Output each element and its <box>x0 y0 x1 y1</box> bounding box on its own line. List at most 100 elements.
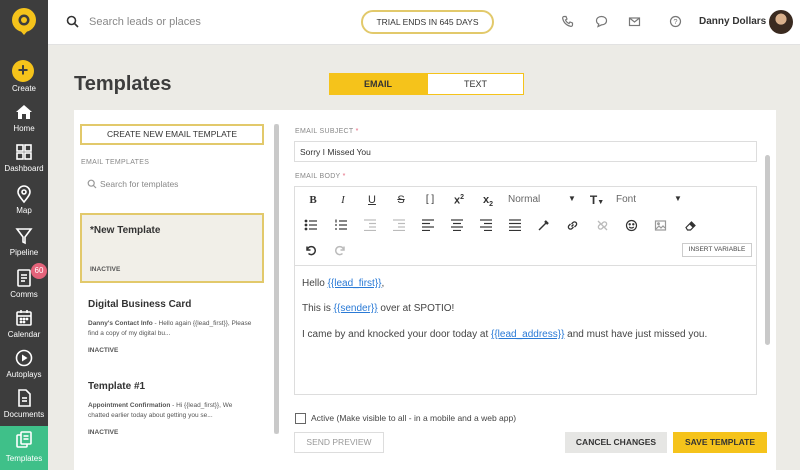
plus-circle-icon: + <box>12 60 34 82</box>
trial-status-button[interactable]: TRIAL ENDS IN 645 DAYS <box>361 10 494 34</box>
global-search-input[interactable]: Search leads or places <box>89 16 201 28</box>
sidebar-item-autoplays[interactable]: Autoplays <box>0 346 48 386</box>
indent-icon[interactable] <box>392 219 410 231</box>
link-icon[interactable] <box>566 219 584 232</box>
send-preview-button[interactable]: SEND PREVIEW <box>294 432 384 453</box>
eraser-icon[interactable] <box>684 219 702 232</box>
sidebar-item-label: Comms <box>10 290 38 299</box>
chevron-down-icon: ▼ <box>568 194 576 203</box>
template-list-item[interactable]: Template #1 Appointment Confirmation - H… <box>80 374 264 444</box>
play-circle-icon <box>14 348 34 368</box>
body-text: , <box>381 278 385 289</box>
sidebar-item-label: Home <box>13 124 35 133</box>
required-mark: * <box>355 128 359 135</box>
sidebar-item-label: Templates <box>5 454 43 463</box>
sidebar-item-label: Documents <box>3 410 45 419</box>
email-templates-section-label: EMAIL TEMPLATES <box>81 159 150 166</box>
required-mark: * <box>342 173 346 180</box>
text-size-button[interactable]: T▼ <box>585 193 609 207</box>
documents-icon <box>14 388 34 408</box>
sidebar-item-home[interactable]: Home <box>0 100 48 140</box>
template-description: Appointment Confirmation - Hi {{lead_fir… <box>88 401 254 421</box>
image-icon[interactable] <box>654 219 672 232</box>
sidebar-item-templates[interactable]: Templates <box>0 426 48 470</box>
spotio-logo-icon[interactable] <box>9 6 39 36</box>
body-text: over at SPOTIO! <box>377 303 455 314</box>
font-select[interactable]: Font ▼ <box>616 194 686 205</box>
home-icon <box>14 102 34 122</box>
active-checkbox[interactable] <box>295 413 306 424</box>
outdent-icon[interactable] <box>363 219 381 231</box>
strikethrough-button[interactable]: S <box>392 194 410 206</box>
template-list-item[interactable]: Digital Business Card Danny's Contact In… <box>80 292 264 362</box>
mail-icon[interactable] <box>628 15 641 28</box>
align-left-icon[interactable] <box>421 219 439 231</box>
help-icon[interactable]: ? <box>669 15 682 28</box>
email-subject-label-text: EMAIL SUBJECT <box>295 128 354 135</box>
template-list-item[interactable]: *New Template INACTIVE <box>80 213 264 283</box>
sidebar-item-documents[interactable]: Documents <box>0 386 48 426</box>
sidebar: + Create Home Dashboard Map Pipeline Com… <box>0 0 48 470</box>
align-justify-icon[interactable] <box>508 219 526 231</box>
tab-text[interactable]: TEXT <box>427 73 524 95</box>
sidebar-item-label: Calendar <box>7 330 41 339</box>
cancel-changes-button[interactable]: CANCEL CHANGES <box>565 432 667 453</box>
variable-token[interactable]: {{sender}} <box>334 303 378 314</box>
font-select-value: Font <box>616 194 637 205</box>
tab-email[interactable]: EMAIL <box>329 73 427 95</box>
template-status: INACTIVE <box>90 266 121 273</box>
email-subject-value: Sorry I Missed You <box>300 147 371 157</box>
emoji-icon[interactable] <box>625 219 643 232</box>
avatar[interactable] <box>769 10 793 34</box>
underline-button[interactable]: U <box>363 194 381 206</box>
redo-icon[interactable] <box>334 243 352 256</box>
map-pin-icon <box>14 184 34 204</box>
template-status: INACTIVE <box>88 429 119 436</box>
insert-variable-button[interactable]: INSERT VARIABLE <box>682 243 752 257</box>
template-search-input[interactable]: Search for templates <box>100 179 178 189</box>
unlink-icon[interactable] <box>596 219 614 232</box>
paragraph-style-select[interactable]: Normal ▼ <box>508 194 578 205</box>
template-list-scrollbar[interactable] <box>274 124 279 434</box>
search-icon <box>66 15 79 28</box>
subscript-button[interactable]: x2 <box>479 194 497 208</box>
body-line: This is {{sender}} over at SPOTIO! <box>302 303 454 314</box>
active-checkbox-label: Active (Make visible to all - in a mobil… <box>311 413 517 423</box>
bullet-list-icon[interactable] <box>304 219 322 231</box>
bold-button[interactable]: B <box>304 194 322 206</box>
sidebar-item-map[interactable]: Map <box>0 182 48 222</box>
italic-button[interactable]: I <box>334 194 352 206</box>
color-picker-icon[interactable] <box>537 219 555 232</box>
phone-icon[interactable] <box>561 15 574 28</box>
sidebar-item-create[interactable]: + Create <box>0 60 48 100</box>
svg-text:?: ? <box>673 17 677 26</box>
code-block-button[interactable]: [ ] <box>421 194 439 205</box>
sidebar-item-dashboard[interactable]: Dashboard <box>0 140 48 180</box>
body-text: This is <box>302 303 334 314</box>
email-subject-label: EMAIL SUBJECT * <box>295 128 359 135</box>
editor-scrollbar[interactable] <box>765 155 770 345</box>
sidebar-item-label: Create <box>11 84 36 93</box>
sidebar-item-pipeline[interactable]: Pipeline <box>0 224 48 264</box>
template-description-title: Appointment Confirmation <box>88 402 171 409</box>
variable-token[interactable]: {{lead_first}} <box>328 278 382 289</box>
align-right-icon[interactable] <box>479 219 497 231</box>
superscript-button[interactable]: x2 <box>450 194 468 207</box>
comms-count-badge: 60 <box>31 263 47 279</box>
template-title: Digital Business Card <box>88 299 192 310</box>
save-template-button[interactable]: SAVE TEMPLATE <box>673 432 767 453</box>
undo-icon[interactable] <box>304 243 322 256</box>
template-title: *New Template <box>90 225 161 236</box>
body-text: I came by and knocked your door today at <box>302 329 491 340</box>
template-description: Danny's Contact Info - Hello again {{lea… <box>88 319 254 339</box>
sidebar-item-calendar[interactable]: Calendar <box>0 306 48 346</box>
calendar-icon <box>14 308 34 328</box>
chat-icon[interactable] <box>595 15 608 28</box>
variable-token[interactable]: {{lead_address}} <box>491 329 564 340</box>
align-center-icon[interactable] <box>450 219 468 231</box>
scrollbar-thumb[interactable] <box>274 124 279 434</box>
user-name[interactable]: Danny Dollars <box>699 16 766 27</box>
sidebar-item-label: Autoplays <box>6 370 42 379</box>
numbered-list-icon[interactable] <box>334 219 352 231</box>
create-new-email-template-button[interactable]: CREATE NEW EMAIL TEMPLATE <box>80 124 264 145</box>
